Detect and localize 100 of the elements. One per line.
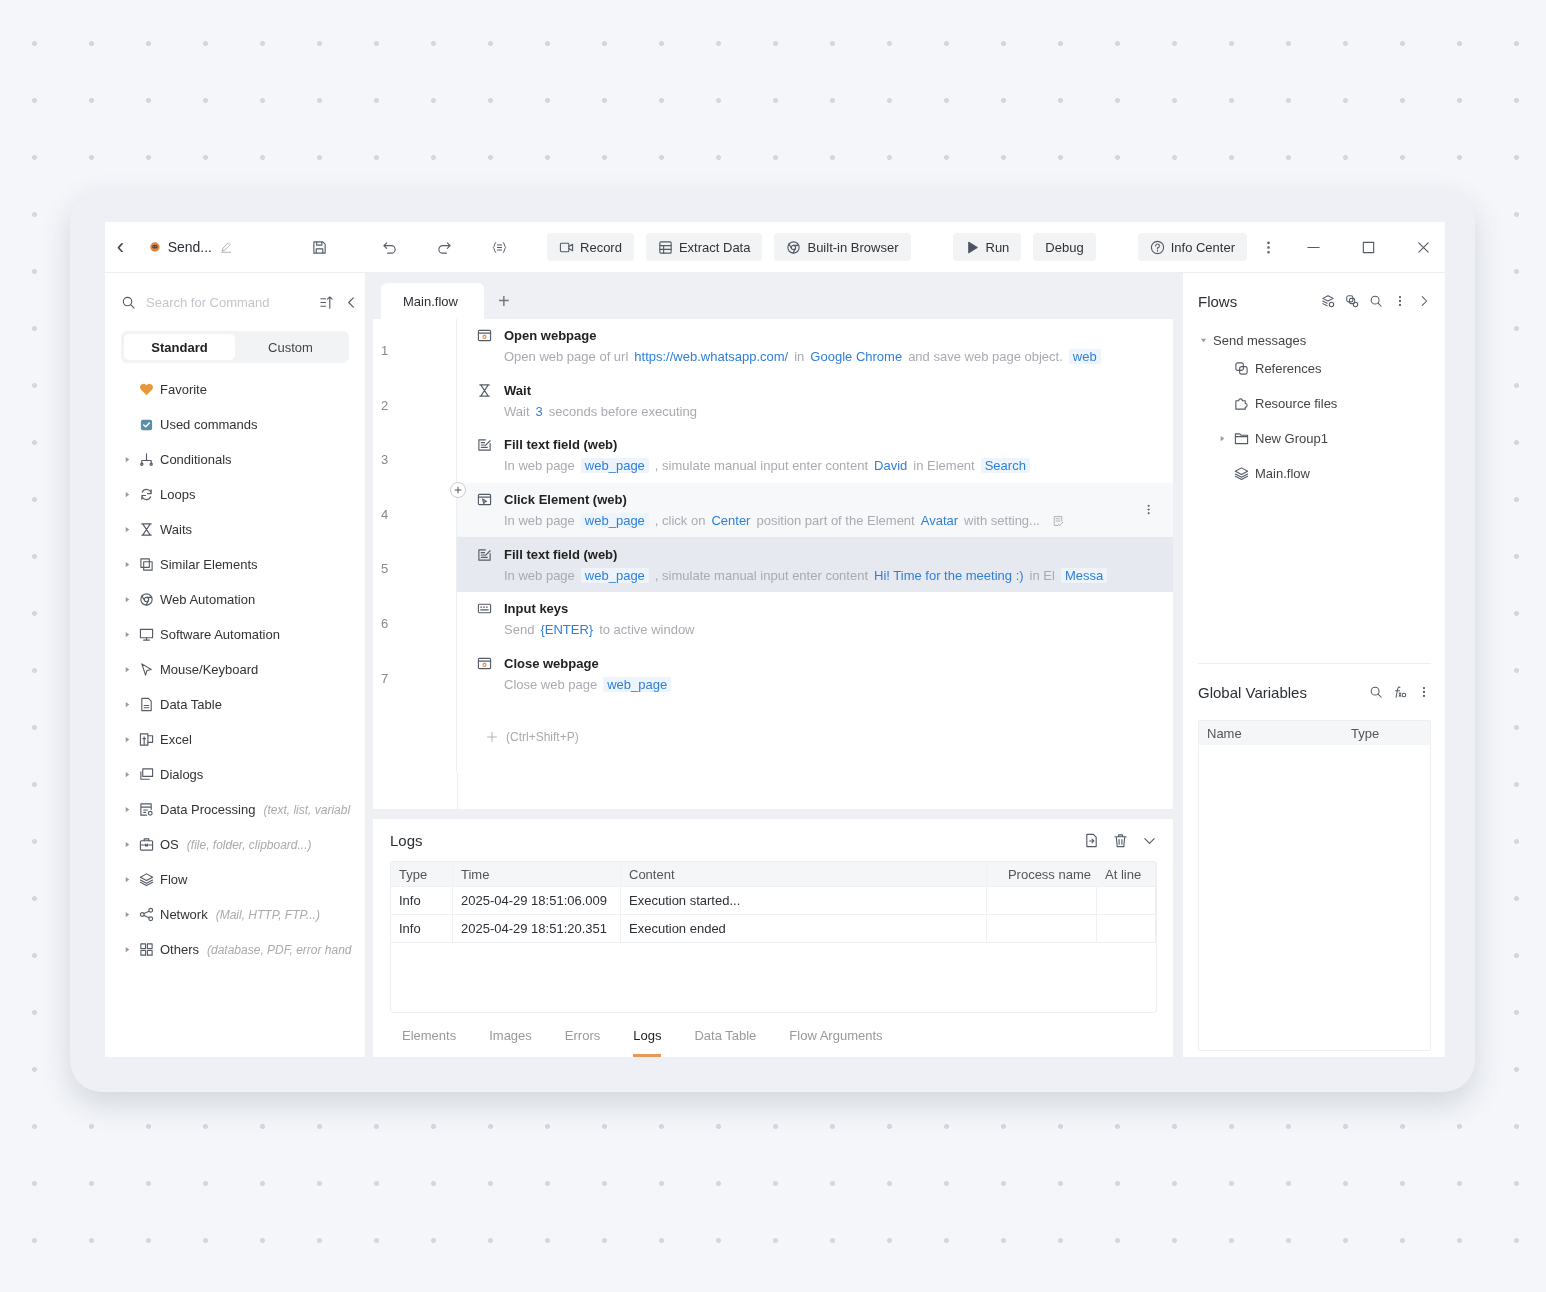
category-label[interactable]: OS bbox=[160, 837, 179, 852]
info-center-button[interactable]: Info Center bbox=[1137, 233, 1247, 261]
step-text: to active window bbox=[599, 622, 695, 638]
table-cell: Info bbox=[391, 915, 453, 942]
step-value: 3 bbox=[535, 403, 543, 419]
step-text: In web page bbox=[504, 567, 575, 583]
file-tab[interactable]: Main.flow bbox=[381, 283, 484, 319]
add-tab-button[interactable]: + bbox=[493, 283, 514, 319]
step-title: Wait bbox=[504, 382, 531, 398]
category-label[interactable]: Loops bbox=[160, 487, 196, 502]
step-row[interactable]: 3 Fill text field (web) In web page web_page , simulate manual input enter content David in Element Search bbox=[373, 428, 1173, 483]
logs-title: Logs bbox=[390, 831, 424, 849]
step-text: in El bbox=[1029, 567, 1055, 583]
project-name: Send... bbox=[167, 239, 212, 255]
step-text: seconds before executing bbox=[548, 403, 697, 419]
flows-title: Flows bbox=[1198, 292, 1239, 310]
tree-item[interactable]: Main.flow bbox=[1255, 466, 1310, 481]
column-header: Type bbox=[1351, 725, 1380, 741]
category-hint: (Mail, HTTP, FTP...) bbox=[215, 907, 320, 922]
category-label[interactable]: Mouse/Keyboard bbox=[160, 662, 259, 677]
step-title: Fill text field (web) bbox=[504, 437, 618, 453]
variable-tag: web_page bbox=[580, 513, 649, 529]
built-in-browser-button[interactable]: Built-in Browser bbox=[774, 233, 911, 261]
tree-item[interactable]: Resource files bbox=[1255, 396, 1338, 411]
step-title: Click Element (web) bbox=[504, 492, 627, 508]
table-cell: Info bbox=[391, 887, 453, 914]
step-title: Input keys bbox=[504, 601, 569, 617]
category-label[interactable]: Data Table bbox=[160, 697, 222, 712]
column-header: Time bbox=[453, 862, 621, 886]
step-text: and save web page object. bbox=[908, 349, 1063, 365]
line-number: 5 bbox=[373, 537, 457, 592]
panel-tab[interactable]: Logs bbox=[633, 1013, 662, 1057]
step-value: Center bbox=[711, 513, 751, 529]
step-title: Fill text field (web) bbox=[504, 546, 618, 562]
step-value: Hi! Time for the meeting :) bbox=[874, 567, 1024, 583]
step-text: , click on bbox=[654, 513, 706, 529]
tree-item[interactable]: New Group1 bbox=[1255, 431, 1328, 446]
back-button[interactable]: ‹ bbox=[115, 236, 126, 258]
variable-tag: web_page bbox=[603, 676, 672, 692]
selected-step[interactable]: 5 Fill text field (web) In web page web_page , simulate manual input enter content Hi! Time for the meeting :) in El Messa bbox=[373, 537, 1173, 592]
category-label[interactable]: Others bbox=[160, 942, 199, 957]
category-hint: (text, list, variabl bbox=[263, 802, 351, 817]
step-value: {ENTER} bbox=[540, 622, 594, 638]
step-row[interactable]: 2 Wait Wait 3 seconds before executing bbox=[373, 373, 1173, 429]
global-variables-title: Global Variables bbox=[1198, 683, 1308, 701]
table-cell: Execution started... bbox=[621, 887, 987, 914]
step-value: Avatar bbox=[920, 513, 959, 529]
step-text: In web page bbox=[504, 458, 575, 474]
column-header: Content bbox=[621, 862, 987, 886]
extract-data-button[interactable]: Extract Data bbox=[645, 233, 763, 261]
step-text: with setting... bbox=[964, 513, 1040, 529]
step-value: Google Chrome bbox=[810, 349, 903, 365]
column-header: Process name bbox=[1006, 865, 1092, 884]
step-title: Close webpage bbox=[504, 655, 599, 671]
category-label[interactable]: Web Automation bbox=[160, 592, 256, 607]
category-label[interactable]: Excel bbox=[160, 732, 192, 747]
step-text: , simulate manual input enter content bbox=[654, 458, 869, 474]
category-label[interactable]: Waits bbox=[160, 522, 193, 537]
category-label[interactable]: Flow bbox=[160, 872, 188, 887]
step-text: position part of the Element bbox=[756, 513, 915, 529]
record-button[interactable]: Record bbox=[547, 233, 634, 261]
step-text: Open web page of url bbox=[504, 349, 629, 365]
tree-item[interactable]: References bbox=[1255, 361, 1322, 376]
step-value: David bbox=[874, 458, 908, 474]
column-header: Name bbox=[1206, 725, 1243, 741]
variable-tag: Search bbox=[980, 458, 1030, 474]
step-text: , simulate manual input enter content bbox=[654, 567, 869, 583]
variable-tag: web_page bbox=[580, 458, 649, 474]
step-text: In web page bbox=[504, 513, 575, 529]
step-text: Send bbox=[504, 622, 535, 638]
debug-button[interactable]: Debug bbox=[1033, 233, 1096, 261]
step-title: Open webpage bbox=[504, 328, 597, 344]
table-cell: 2025-04-29 18:51:20.351 bbox=[453, 915, 621, 942]
step-text: Close web page bbox=[504, 676, 598, 692]
variable-tag: web bbox=[1068, 349, 1101, 365]
category-label[interactable]: Dialogs bbox=[160, 767, 204, 782]
category-label[interactable]: Conditionals bbox=[160, 452, 232, 467]
step-row[interactable]: 1 Open webpage Open web page of url https://web.whatsapp.com/ in Google Chrome and save web page object. web bbox=[373, 319, 1173, 374]
step-text: Wait bbox=[504, 403, 530, 419]
hovered-step[interactable]: 4 Click Element (web) In web page web_page , click on Center position part of the Element Avatar with setting... bbox=[373, 482, 1173, 538]
category-label[interactable]: Software Automation bbox=[160, 627, 280, 642]
category-hint: (database, PDF, error hand bbox=[207, 942, 352, 957]
step-row[interactable]: 7 Close webpage Close web page web_page bbox=[373, 646, 1173, 702]
category-label[interactable]: Network bbox=[160, 907, 208, 922]
category-label[interactable]: Used commands bbox=[160, 417, 258, 432]
column-header: At line bbox=[1097, 862, 1156, 886]
category-hint: (file, folder, clipboard...) bbox=[186, 837, 312, 852]
step-row[interactable]: 6 Input keys Send {ENTER} to active window bbox=[373, 591, 1173, 647]
column-header: Type bbox=[391, 862, 453, 886]
category-label[interactable]: Similar Elements bbox=[160, 557, 258, 572]
variable-tag: web_page bbox=[580, 567, 649, 583]
run-button[interactable]: Run bbox=[952, 233, 1022, 261]
table-cell: Execution ended bbox=[621, 915, 987, 942]
table-cell: 2025-04-29 18:51:06.009 bbox=[453, 887, 621, 914]
mode-tab[interactable]: Standard bbox=[124, 334, 235, 360]
tree-item[interactable]: Send messages bbox=[1213, 332, 1307, 348]
category-label[interactable]: Data Processing bbox=[160, 802, 256, 817]
category-label[interactable]: Favorite bbox=[160, 382, 207, 397]
mode-tab[interactable]: Custom bbox=[235, 334, 346, 360]
step-text: in Element bbox=[913, 458, 975, 474]
